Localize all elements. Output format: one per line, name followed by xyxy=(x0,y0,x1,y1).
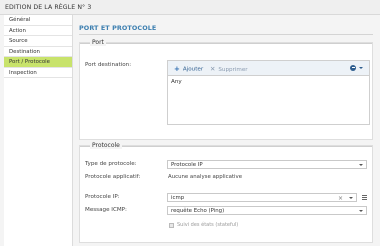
checkbox-icon xyxy=(169,222,174,228)
section-divider xyxy=(79,34,373,35)
sidebar: Général Action Source Destination Port /… xyxy=(4,15,73,246)
add-button[interactable]: + Ajouter xyxy=(174,65,203,73)
icmp-message-label: Message ICMP: xyxy=(85,207,127,213)
minus-circle-icon xyxy=(350,64,356,71)
window-title: EDITION DE LA RÈGLE N° 3 xyxy=(0,0,380,15)
sidebar-item-source[interactable]: Source xyxy=(4,36,72,47)
add-label: Ajouter xyxy=(182,66,204,72)
chevron-down-icon xyxy=(359,66,363,69)
plus-icon: + xyxy=(174,64,180,73)
clear-icon[interactable]: × xyxy=(338,195,343,202)
protocol-group: Protocole Type de protocole: Protocole I… xyxy=(79,142,373,243)
dest-port-label: Port destination: xyxy=(85,62,132,68)
protocol-group-divider xyxy=(80,146,372,147)
icmp-message-select[interactable]: requête Echo (Ping) xyxy=(167,206,367,215)
stateful-label: Suivi des états (stateful) xyxy=(177,222,239,228)
ip-protocol-value: icmp xyxy=(171,195,185,202)
protocol-type-value: Protocole IP xyxy=(171,162,203,169)
list-icon[interactable] xyxy=(361,194,368,201)
sidebar-item-action[interactable]: Action xyxy=(4,26,72,36)
sidebar-item-destination[interactable]: Destination xyxy=(4,47,72,57)
delete-label: Supprimer xyxy=(218,66,248,73)
dest-port-toolbar: + Ajouter ✕ Supprimer xyxy=(168,61,369,76)
chevron-down-icon xyxy=(359,164,363,167)
delete-button[interactable]: ✕ Supprimer xyxy=(210,65,248,73)
app-protocol-value: Aucune analyse applicative xyxy=(168,174,243,180)
protocol-type-select[interactable]: Protocole IP xyxy=(167,160,367,169)
port-group-title: Port xyxy=(90,39,106,46)
sidebar-item-port-protocole[interactable]: Port / Protocole xyxy=(4,57,72,68)
sidebar-item-general[interactable]: Général xyxy=(4,15,72,26)
protocol-type-label: Type de protocole: xyxy=(85,161,137,167)
sidebar-item-inspection[interactable]: Inspection xyxy=(4,68,72,78)
protocol-group-title: Protocole xyxy=(90,142,122,149)
main-panel: PORT ET PROTOCOLE Port Port destination:… xyxy=(75,15,380,246)
dest-port-list: + Ajouter ✕ Supprimer Any xyxy=(167,60,370,125)
stateful-checkbox[interactable]: Suivi des états (stateful) xyxy=(169,222,238,228)
list-item[interactable]: Any xyxy=(168,76,369,86)
ip-protocol-select[interactable]: icmp × xyxy=(167,193,357,202)
close-icon: ✕ xyxy=(210,64,216,73)
section-title: PORT ET PROTOCOLE xyxy=(79,24,157,32)
icmp-message-value: requête Echo (Ping) xyxy=(171,208,225,215)
port-group: Port Port destination: + Ajouter ✕ Supprim… xyxy=(79,39,373,140)
app-protocol-label: Protocole applicatif: xyxy=(85,174,141,180)
options-menu-button[interactable] xyxy=(350,64,363,71)
ip-protocol-label: Protocole IP: xyxy=(85,194,120,200)
chevron-down-icon xyxy=(359,210,363,213)
port-group-divider xyxy=(80,43,372,44)
chevron-down-icon xyxy=(349,197,353,200)
